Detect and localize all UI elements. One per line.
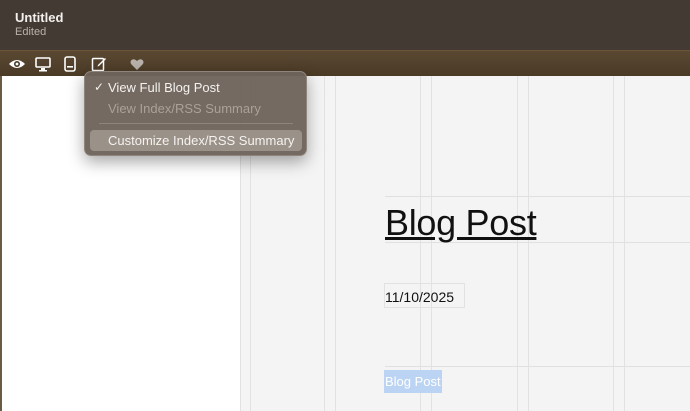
menu-item-label: Customize Index/RSS Summary: [108, 133, 295, 148]
column-guide: [324, 76, 325, 411]
mobile-view-button[interactable]: [61, 55, 79, 73]
document-status: Edited: [15, 26, 47, 38]
menu-item-customize-index-rss-summary[interactable]: Customize Index/RSS Summary: [90, 130, 302, 151]
menu-separator: [99, 123, 293, 124]
menu-item-view-full-blog-post[interactable]: ✓ View Full Blog Post: [90, 77, 302, 98]
edit-icon: [91, 57, 106, 72]
post-title[interactable]: Blog Post: [385, 202, 537, 244]
mobile-icon: [64, 56, 76, 72]
menu-item-label: View Index/RSS Summary: [108, 101, 261, 116]
post-date[interactable]: 11/10/2025: [385, 289, 454, 305]
preview-button[interactable]: [8, 55, 26, 73]
heart-icon: [130, 58, 144, 70]
post-link[interactable]: Blog Post: [384, 370, 442, 393]
checkmark-icon: ✓: [94, 80, 105, 94]
menu-item-label: View Full Blog Post: [108, 80, 220, 95]
eye-icon: [9, 60, 25, 68]
column-guide: [613, 76, 614, 411]
row-guide: [385, 366, 690, 367]
view-mode-menu: ✓ View Full Blog Post View Index/RSS Sum…: [84, 71, 307, 156]
page-canvas: Blog Post 11/10/2025 Blog Post: [240, 76, 690, 411]
column-guide: [624, 76, 625, 411]
row-guide: [385, 196, 690, 197]
document-title: Untitled: [15, 10, 64, 25]
title-bar: Untitled Edited: [0, 0, 690, 50]
desktop-view-button[interactable]: [34, 55, 52, 73]
menu-item-view-index-rss-summary: View Index/RSS Summary: [90, 98, 302, 119]
desktop-icon: [35, 56, 51, 71]
column-guide: [335, 76, 336, 411]
